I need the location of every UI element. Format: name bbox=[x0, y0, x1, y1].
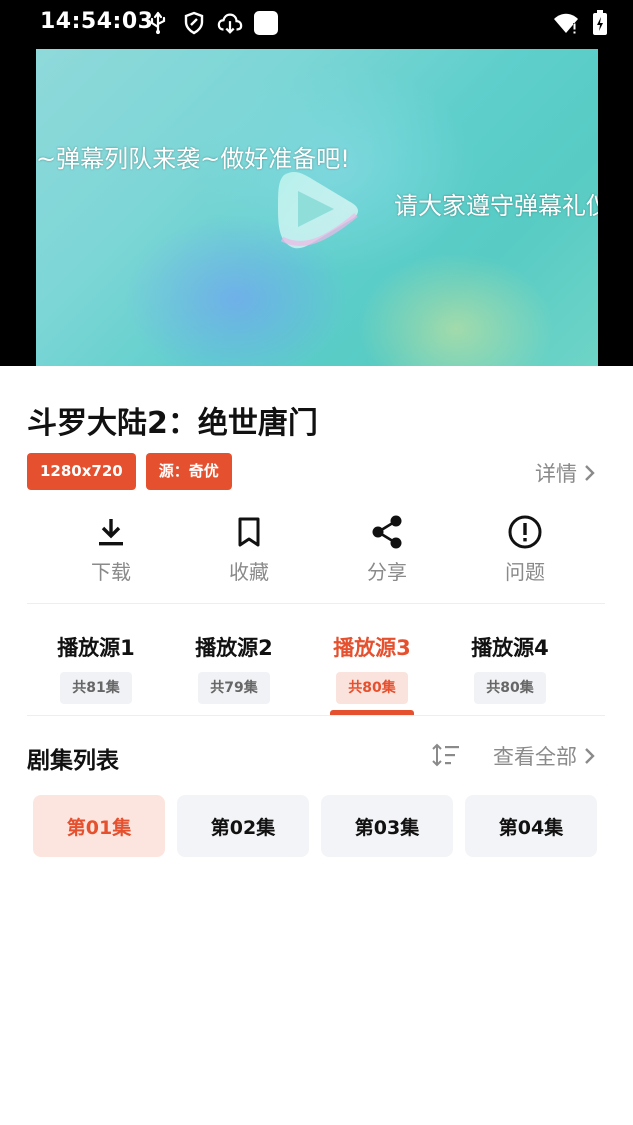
cloud-download-icon bbox=[217, 10, 243, 36]
source-name: 播放源4 bbox=[471, 636, 549, 660]
download-button[interactable]: 下载 bbox=[42, 512, 180, 585]
play-logo-icon bbox=[278, 172, 358, 249]
episode-button[interactable]: 第02集 bbox=[177, 795, 309, 857]
danmaku-comment: ~弹幕列队来袭~做好准备吧! bbox=[36, 145, 350, 173]
source-name: 播放源3 bbox=[333, 636, 411, 660]
source-tab[interactable]: 播放源2 共79集 bbox=[165, 632, 303, 716]
source-count: 共80集 bbox=[474, 672, 546, 704]
download-icon bbox=[96, 512, 126, 552]
detail-label: 详情 bbox=[535, 462, 577, 486]
action-row: 下载 收藏 分享 问题 bbox=[42, 512, 594, 585]
share-button[interactable]: 分享 bbox=[318, 512, 456, 585]
source-name: 播放源1 bbox=[57, 636, 135, 660]
view-all-link[interactable]: 查看全部 bbox=[493, 741, 597, 771]
chevron-right-icon bbox=[585, 465, 595, 481]
usb-icon bbox=[145, 10, 171, 36]
alert-circle-icon bbox=[507, 512, 543, 552]
battery-icon bbox=[587, 10, 613, 36]
source-tag: 源：奇优 bbox=[145, 453, 232, 490]
source-count: 共79集 bbox=[198, 672, 270, 704]
detail-link[interactable]: 详情 bbox=[535, 458, 597, 488]
status-time: 14:54:03 bbox=[40, 9, 154, 34]
view-all-label: 查看全部 bbox=[493, 745, 577, 769]
favorite-label: 收藏 bbox=[229, 560, 269, 584]
video-title: 斗罗大陆2：绝世唐门 bbox=[27, 406, 318, 441]
tag-row: 1280x720 源：奇优 bbox=[27, 453, 232, 490]
episode-button-active[interactable]: 第01集 bbox=[33, 795, 165, 857]
source-tab[interactable]: 播放源4 共80集 bbox=[441, 632, 579, 716]
episode-list-title: 剧集列表 bbox=[27, 748, 119, 774]
episode-button[interactable]: 第03集 bbox=[321, 795, 453, 857]
source-name: 播放源2 bbox=[195, 636, 273, 660]
episode-list: 第01集 第02集 第03集 第04集 bbox=[33, 795, 597, 857]
divider bbox=[27, 603, 605, 604]
bookmark-icon bbox=[236, 512, 262, 552]
source-tab[interactable]: 播放源1 共81集 bbox=[27, 632, 165, 716]
share-icon bbox=[370, 512, 404, 552]
chevron-right-icon bbox=[585, 748, 595, 764]
share-label: 分享 bbox=[367, 560, 407, 584]
source-count: 共80集 bbox=[336, 672, 408, 704]
shield-icon bbox=[181, 10, 207, 36]
divider bbox=[27, 715, 605, 716]
download-label: 下载 bbox=[91, 560, 131, 584]
square-icon bbox=[253, 10, 279, 36]
danmaku-comment: 请大家遵守弹幕礼仪，为 bbox=[394, 192, 598, 220]
wifi-icon bbox=[553, 10, 579, 36]
source-count: 共81集 bbox=[60, 672, 132, 704]
source-tabs: 播放源1 共81集 播放源2 共79集 播放源3 共80集 播放源4 共80集 bbox=[27, 632, 579, 716]
sort-icon[interactable] bbox=[431, 742, 461, 768]
status-bar: 14:54:03 bbox=[0, 0, 633, 48]
report-label: 问题 bbox=[505, 560, 545, 584]
episode-button[interactable]: 第04集 bbox=[465, 795, 597, 857]
resolution-tag: 1280x720 bbox=[27, 453, 136, 490]
report-button[interactable]: 问题 bbox=[456, 512, 594, 585]
video-player[interactable]: ~弹幕列队来袭~做好准备吧! 请大家遵守弹幕礼仪，为 bbox=[36, 49, 598, 366]
favorite-button[interactable]: 收藏 bbox=[180, 512, 318, 585]
source-tab-active[interactable]: 播放源3 共80集 bbox=[303, 632, 441, 716]
